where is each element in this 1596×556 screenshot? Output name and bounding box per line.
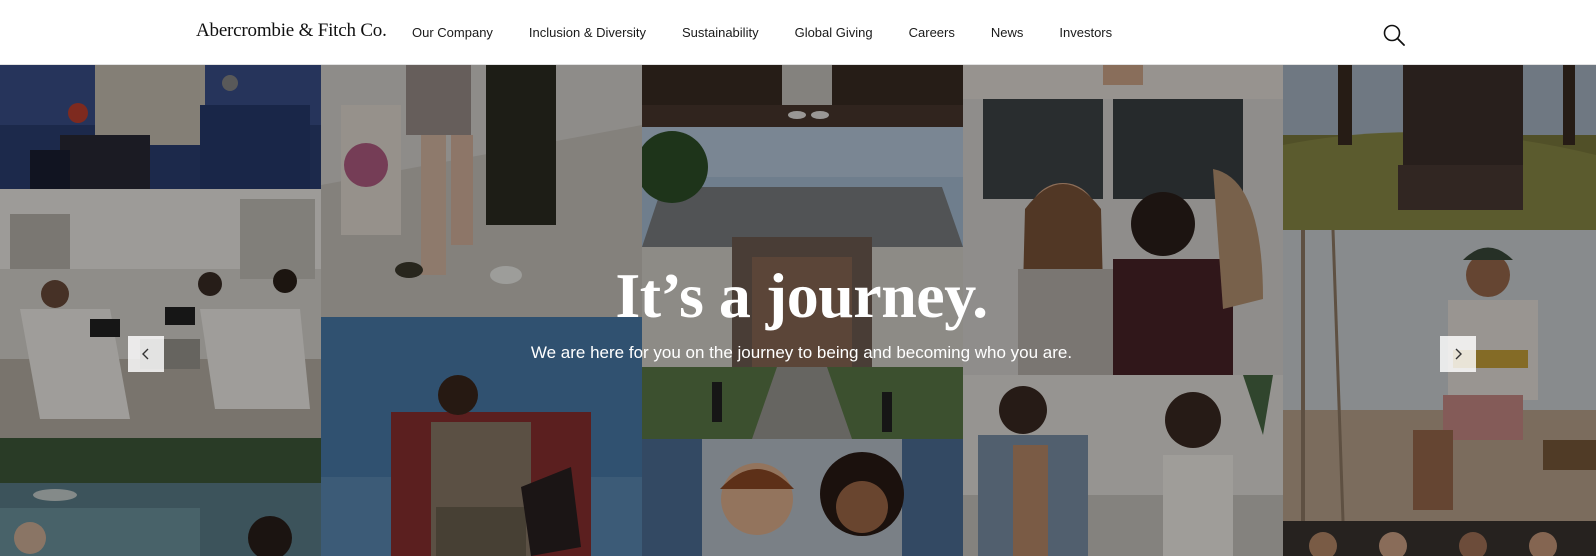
- search-icon[interactable]: [1382, 23, 1406, 47]
- nav-our-company[interactable]: Our Company: [412, 25, 493, 40]
- main-nav: Our Company Inclusion & Diversity Sustai…: [412, 0, 1148, 65]
- site-header: Abercrombie & Fitch Co. Our Company Incl…: [0, 0, 1596, 65]
- nav-investors[interactable]: Investors: [1059, 25, 1112, 40]
- hero-carousel: It’s a journey. We are here for you on t…: [0, 65, 1596, 556]
- nav-inclusion-diversity[interactable]: Inclusion & Diversity: [529, 25, 646, 40]
- hero-headline: It’s a journey.: [615, 260, 988, 331]
- nav-sustainability[interactable]: Sustainability: [682, 25, 759, 40]
- carousel-next-button[interactable]: [1440, 336, 1476, 372]
- carousel-prev-button[interactable]: [128, 336, 164, 372]
- nav-careers[interactable]: Careers: [909, 25, 955, 40]
- chevron-left-icon: [142, 348, 149, 360]
- nav-news[interactable]: News: [991, 25, 1024, 40]
- chevron-right-icon: [1455, 348, 1462, 360]
- company-logo[interactable]: Abercrombie & Fitch Co.: [196, 20, 387, 42]
- nav-global-giving[interactable]: Global Giving: [795, 25, 873, 40]
- hero-subheadline: We are here for you on the journey to be…: [530, 343, 1073, 362]
